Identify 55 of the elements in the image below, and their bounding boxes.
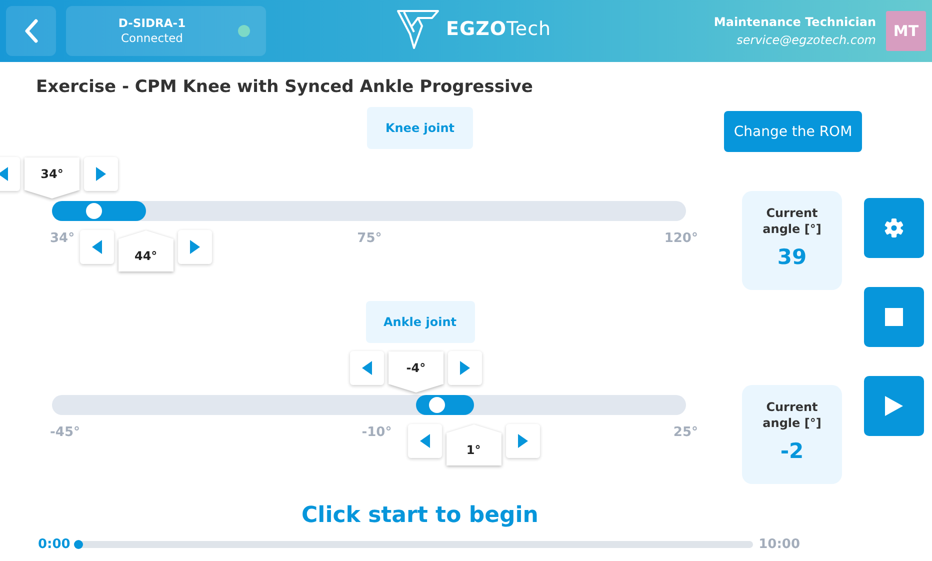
right-arrow-button[interactable] <box>448 351 482 385</box>
device-panel[interactable]: D-SIDRA-1 Connected <box>66 6 266 56</box>
left-arrow-button[interactable] <box>80 230 114 264</box>
play-button[interactable] <box>864 376 924 436</box>
card-title: Current angle [°] <box>762 399 822 431</box>
left-arrow-button[interactable] <box>408 424 442 458</box>
status-dot <box>238 25 250 37</box>
joint-label: Ankle joint <box>366 301 474 343</box>
exercise-title: Exercise - CPM Knee with Synced Ankle Progressive <box>36 77 534 99</box>
change-rom-button[interactable]: Change the ROM <box>724 111 862 152</box>
back-chevron-icon <box>24 19 38 43</box>
settings-button[interactable] <box>864 198 924 258</box>
stop-button[interactable] <box>864 287 924 347</box>
range-slider-track[interactable] <box>52 395 686 415</box>
user-avatar[interactable]: MT <box>886 11 926 51</box>
play-icon <box>885 396 903 416</box>
total-time: 10:00 <box>758 537 800 552</box>
angle-value: -4° <box>388 351 444 393</box>
tick-label: 120° <box>664 231 698 248</box>
logo-text: EGZOTech <box>446 18 552 40</box>
tick-label: 75° <box>357 231 382 248</box>
back-button[interactable] <box>6 6 56 56</box>
gear-icon <box>884 218 904 238</box>
right-triangle-icon <box>190 240 200 254</box>
logo-icon <box>396 8 440 50</box>
angle-value: 34° <box>24 157 80 199</box>
right-arrow-button[interactable] <box>178 230 212 264</box>
range-start-handle[interactable] <box>52 201 62 221</box>
user-name: Maintenance Technician <box>714 14 876 31</box>
angle-reading: 39 <box>777 245 807 269</box>
right-triangle-icon <box>460 361 470 375</box>
device-name: D-SIDRA-1 <box>118 16 186 31</box>
left-triangle-icon <box>92 240 102 254</box>
right-triangle-icon <box>96 167 106 181</box>
angle-value: 1° <box>446 424 502 466</box>
device-status: Connected <box>121 31 183 46</box>
left-triangle-icon <box>362 361 372 375</box>
tick-label: -45° <box>50 425 80 442</box>
right-triangle-icon <box>518 434 528 448</box>
angle-reading: -2 <box>780 439 804 463</box>
right-arrow-button[interactable] <box>506 424 540 458</box>
tick-label: -10° <box>362 425 392 442</box>
tick-label: 25° <box>673 425 698 442</box>
angle-value: 44° <box>118 230 174 272</box>
user-email: service@egzotech.com <box>736 32 876 49</box>
left-triangle-icon <box>0 167 8 181</box>
status-message: Click start to begin <box>300 503 540 530</box>
left-triangle-icon <box>420 434 430 448</box>
tick-label: 34° <box>50 231 75 248</box>
left-arrow-button[interactable] <box>350 351 384 385</box>
elapsed-time: 0:00 <box>38 537 70 552</box>
right-arrow-button[interactable] <box>84 157 118 191</box>
stop-icon <box>885 308 903 326</box>
joint-label: Knee joint <box>367 107 473 149</box>
card-title: Current angle [°] <box>762 205 822 237</box>
